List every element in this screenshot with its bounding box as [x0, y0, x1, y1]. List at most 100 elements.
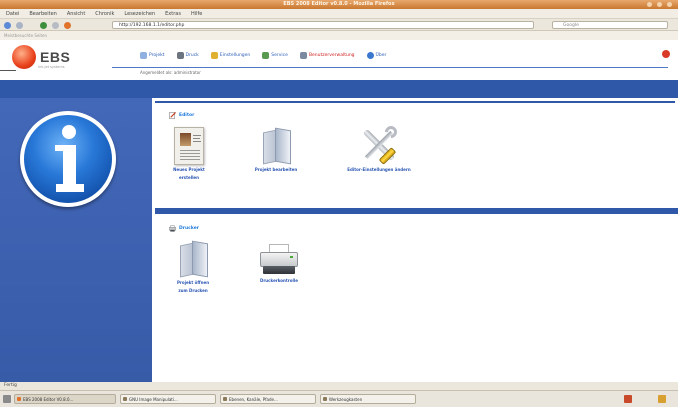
tile-printer-control[interactable]: Druckerkontrolle [249, 244, 309, 284]
info-serif [55, 145, 65, 151]
tile-edit-project[interactable]: Projekt bearbeiten [241, 127, 311, 173]
search-input[interactable]: Google [552, 21, 668, 29]
tile-editor-settings[interactable]: Editor-Einstellungen ändern [331, 123, 427, 173]
window-titlebar[interactable]: EBS 2008 Editor v0.8.0 - Mozilla Firefox [0, 0, 678, 9]
document-line [180, 159, 200, 160]
menu-ansicht[interactable]: Ansicht [67, 11, 85, 17]
menu-bearbeiten[interactable]: Bearbeiten [29, 11, 56, 17]
menu-datei[interactable]: Datei [6, 11, 19, 17]
info-stem [56, 145, 84, 193]
show-desktop-icon[interactable] [3, 395, 11, 403]
nav-projekt-label: Projekt [149, 53, 165, 58]
bookmark-most-visited[interactable]: Meistbesuchte Seiten [4, 33, 47, 38]
nav-druck-label: Druck [185, 53, 199, 58]
gimp-icon [123, 397, 127, 401]
gimp-icon [323, 397, 327, 401]
drucker-panel: Drucker Projekt öffnen zum Drucken Druck… [155, 216, 675, 380]
menu-lesezeichen[interactable]: Lesezeichen [124, 11, 155, 17]
pencil-icon [169, 112, 176, 119]
task-layers-label: Ebenen, Kanäle, Pfade... [229, 397, 278, 402]
task-firefox[interactable]: EBS 2008 Editor V0.8.0... [14, 394, 116, 404]
info-dot [62, 125, 76, 139]
logo-slogan: ink-jet systems [38, 65, 65, 69]
back-icon[interactable] [4, 22, 11, 29]
task-layers[interactable]: Ebenen, Kanäle, Pfade... [220, 394, 316, 404]
document-line [193, 141, 201, 142]
tile-new-project-label-2: erstellen [179, 174, 199, 180]
trash-icon[interactable] [658, 395, 666, 403]
nav-service[interactable]: Service [262, 52, 288, 59]
book-icon [176, 240, 210, 278]
tile-open-for-print[interactable]: Projekt öffnen zum Drucken [163, 240, 223, 293]
forward-icon[interactable] [16, 22, 23, 29]
firefox-icon [17, 397, 21, 401]
document-line [180, 153, 200, 154]
tile-printer-control-label: Druckerkontrolle [260, 278, 298, 283]
menu-chronik[interactable]: Chronik [95, 11, 114, 17]
printer-body [260, 252, 298, 267]
url-input[interactable]: http://192.168.1.1/editor.php [112, 21, 534, 29]
app-header: EBS ink-jet systems Projekt Druck Einste… [0, 40, 678, 80]
tools-icon [359, 123, 400, 165]
book-icon [259, 127, 293, 165]
main-content: Editor Neues Projekt erstellen Projekt b… [152, 98, 678, 382]
tile-open-for-print-label-2: zum Drucken [178, 287, 208, 293]
task-toolbox[interactable]: Werkzeugkasten [320, 394, 416, 404]
reload-icon[interactable] [40, 22, 47, 29]
book-page-right [192, 240, 208, 278]
document-picture [180, 133, 191, 146]
nav-benutzerverwaltung[interactable]: Benutzerverwaltung [299, 52, 355, 59]
printer-icon [176, 52, 184, 59]
gimp-icon [223, 397, 227, 401]
navigation-toolbar: http://192.168.1.1/editor.php Google [0, 19, 678, 31]
folder-icon [140, 52, 147, 59]
book-page-right [275, 127, 291, 165]
header-divider-left [0, 70, 16, 71]
header-stripe [0, 80, 678, 98]
nav-service-label: Service [271, 53, 288, 58]
nav-ueber[interactable]: Über [366, 52, 386, 59]
maximize-button[interactable] [657, 2, 662, 7]
task-toolbox-label: Werkzeugkasten [329, 397, 363, 402]
close-button[interactable] [667, 2, 672, 7]
window-controls [647, 2, 672, 7]
document-line [193, 135, 201, 136]
editor-panel-title: Editor [169, 112, 194, 119]
editor-panel: Editor Neues Projekt erstellen Projekt b… [155, 101, 675, 208]
document-line [193, 138, 200, 139]
window-title: EBS 2008 Editor v0.8.0 - Mozilla Firefox [283, 1, 395, 7]
document-line [180, 150, 200, 151]
home-icon[interactable] [64, 22, 71, 29]
logout-icon[interactable] [662, 50, 670, 58]
printer-tray [263, 266, 295, 274]
nav-einstellungen[interactable]: Einstellungen [210, 52, 251, 59]
menu-extras[interactable]: Extras [165, 11, 181, 17]
minimize-button[interactable] [647, 2, 652, 7]
nav-projekt[interactable]: Projekt [140, 52, 165, 59]
nav-einstellungen-label: Einstellungen [219, 53, 251, 58]
task-gimp-label: GNU Image Manipulati... [129, 397, 178, 402]
nav-druck[interactable]: Druck [176, 52, 199, 59]
tile-editor-settings-label: Editor-Einstellungen ändern [347, 167, 411, 172]
menu-hilfe[interactable]: Hilfe [191, 11, 202, 17]
tile-new-project[interactable]: Neues Projekt erstellen [159, 127, 219, 180]
document-icon [174, 127, 204, 165]
app-navigation: Projekt Druck Einstellungen Service Benu… [140, 52, 386, 59]
stop-icon[interactable] [52, 22, 59, 29]
printer-led [290, 256, 293, 258]
menubar: Datei Bearbeiten Ansicht Chronik Lesezei… [0, 9, 678, 19]
taskbar: EBS 2008 Editor V0.8.0... GNU Image Mani… [0, 390, 678, 407]
panel-separator [155, 208, 678, 214]
task-gimp[interactable]: GNU Image Manipulati... [120, 394, 216, 404]
tile-open-for-print-label-1: Projekt öffnen [176, 280, 210, 285]
tile-edit-project-label: Projekt bearbeiten [254, 167, 298, 172]
settings-icon [210, 52, 218, 59]
nav-benutzerverwaltung-label: Benutzerverwaltung [308, 53, 355, 58]
ebs-logo[interactable]: EBS ink-jet systems [12, 43, 112, 77]
notification-icon[interactable] [624, 395, 632, 403]
user-status: Angemeldet als: administrator [140, 70, 201, 75]
header-divider [112, 67, 668, 68]
task-firefox-label: EBS 2008 Editor V0.8.0... [23, 397, 74, 402]
editor-title-text: Editor [179, 113, 195, 118]
tile-new-project-label-1: Neues Projekt [173, 167, 205, 172]
